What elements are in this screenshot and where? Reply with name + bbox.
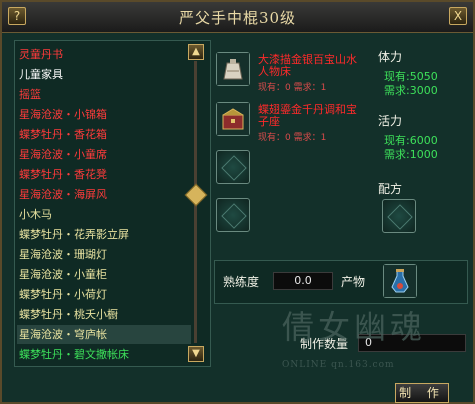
formula-label: 配方 [378,182,403,196]
list-item[interactable]: 蝶梦牡丹・桃夭小橱 [19,305,189,324]
material-name-2: 蝶翅鎏金千丹调和宝子座 [258,103,357,128]
list-item[interactable]: 蝶梦牡丹・香花箱 [19,125,189,144]
list-item[interactable]: 蝶梦牡丹・花弄影立屏 [19,225,189,244]
title-bar: ? 严父手中棍30级 X [2,2,473,33]
vitality-need: 需求:1000 [384,148,438,161]
proficiency-label: 熟练度 [223,275,260,289]
material-need-1: 现有：0 需求：1 [258,83,327,93]
proficiency-value: 0.0 [273,272,333,290]
watermark-text: 倩女幽魂 [282,308,427,346]
stamina-label: 体力 [378,50,403,64]
list-item[interactable]: 小木马 [19,205,189,224]
material-slot-1[interactable] [216,52,250,86]
list-item[interactable]: 摇篮 [19,85,189,104]
crafting-window: ? 严父手中棍30级 X 灵童丹书 儿童家具 摇篮 星海沧波・小锦箱 蝶梦牡丹・香花箱星… [0,0,475,404]
stats-panel: 体力 现有:5050 需求:3000 活力 现有:6000 需求:1000 配方 [372,44,466,249]
material-slot-4[interactable] [216,198,250,232]
vitality-label: 活力 [378,114,403,128]
material-slot-2[interactable] [216,102,250,136]
window-title: 严父手中棍30级 [178,9,297,27]
potion-bottle-icon [384,265,416,297]
scroll-up-arrow-icon[interactable]: ▲ [188,44,204,60]
craft-info-bar: 熟练度 0.0 产物 [214,260,468,304]
list-item[interactable]: 星海沧波・小锦箱 [19,105,189,124]
product-label: 产物 [341,275,366,289]
list-item[interactable]: 蝶梦牡丹・碧文撒帐床 [19,345,189,364]
list-item[interactable]: 蝶梦牡丹・香花凳 [19,165,189,184]
stamina-need: 需求:3000 [384,84,438,97]
recipe-list: 灵童丹书 儿童家具 摇篮 星海沧波・小锦箱 蝶梦牡丹・香花箱 星海沧波・小童席 蝶梦牡丹・香… [14,40,211,367]
material-slot-3[interactable] [216,150,250,184]
list-item[interactable]: 星海沧波・小童柜 [19,265,189,284]
treasure-chest-icon [217,103,249,135]
product-slot[interactable] [383,264,417,298]
close-button[interactable]: X [449,7,467,25]
list-item[interactable]: 星海沧波・珊瑚灯 [19,245,189,264]
empty-slot-ornament-icon [387,204,413,230]
list-scrollbar[interactable]: ▲ ▼ [184,44,208,362]
list-item[interactable]: 星海沧波・穹庐帐 [17,325,191,344]
cloth-bag-icon [217,53,249,85]
material-name-1: 大漆描金银百宝山水人物床 [258,53,357,78]
game-logo-watermark: 倩女幽魂 ONLINE qn.163.com [282,302,472,372]
material-need-2: 现有：0 需求：1 [258,133,327,143]
list-item[interactable]: 灵童丹书 [19,45,189,64]
make-button[interactable]: 制 作 [395,383,449,403]
watermark-sub: ONLINE qn.163.com [282,360,395,370]
list-item[interactable]: 蝶梦牡丹・小荷灯 [19,285,189,304]
list-item[interactable]: 星海沧波・海屏风 [19,185,189,204]
empty-slot-ornament-icon [221,203,247,229]
scroll-down-arrow-icon[interactable]: ▼ [188,346,204,362]
empty-slot-ornament-icon [221,155,247,181]
list-item[interactable]: 儿童家具 [19,65,189,84]
list-item[interactable]: 星海沧波・小童席 [19,145,189,164]
formula-slot[interactable] [382,199,416,233]
scroll-thumb[interactable] [184,183,208,207]
materials-panel: 大漆描金银百宝山水人物床 现有：0 需求：1 蝶翅鎏金千丹调和宝子座 现有：0 … [214,44,366,248]
